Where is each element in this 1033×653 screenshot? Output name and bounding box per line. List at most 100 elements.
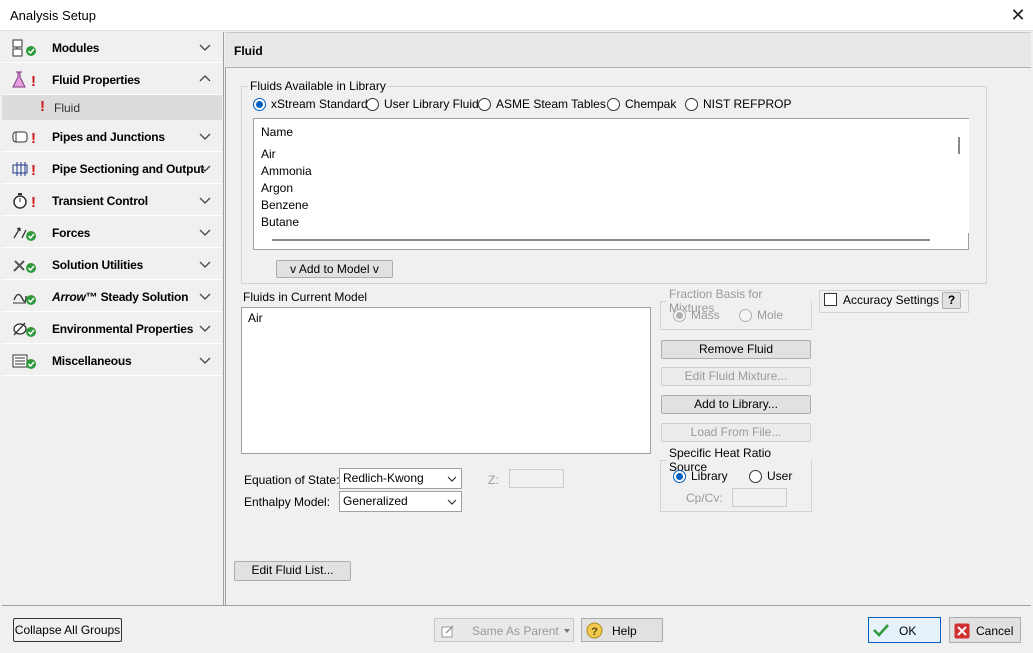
- fraction-radio-mass[interactable]: Mass: [673, 308, 720, 322]
- radio-label: xStream Standard: [271, 97, 368, 111]
- steady-solution-icon: [13, 293, 36, 305]
- ok-label: OK: [899, 624, 917, 638]
- environment-icon: [13, 322, 36, 337]
- cpcv-input[interactable]: [732, 488, 787, 507]
- sidebar-item-fluid[interactable]: ! Fluid: [2, 95, 222, 120]
- add-to-model-button[interactable]: v Add to Model v: [276, 260, 393, 278]
- sidebar-group-label: Forces: [52, 226, 91, 240]
- help-button[interactable]: ? Help: [581, 618, 663, 642]
- list-item[interactable]: Benzene: [261, 198, 308, 212]
- heat-radio-user[interactable]: User: [749, 469, 792, 483]
- select-value: Generalized: [343, 494, 408, 508]
- remove-fluid-button[interactable]: Remove Fluid: [661, 340, 811, 359]
- horizontal-scrollbar[interactable]: [254, 233, 968, 249]
- equation-of-state-select[interactable]: Redlich-Kwong: [339, 468, 462, 489]
- sidebar-group-pipe-sectioning[interactable]: ! Pipe Sectioning and Output: [2, 153, 222, 184]
- sidebar-group-forces[interactable]: Forces: [2, 217, 222, 248]
- cpcv-label: Cp/Cv:: [686, 491, 723, 505]
- close-icon[interactable]: ✕: [1008, 4, 1028, 26]
- source-radio-nist[interactable]: NIST REFPROP: [685, 97, 791, 111]
- source-radio-user-library[interactable]: User Library Fluid: [366, 97, 479, 111]
- window-title: Analysis Setup: [10, 8, 96, 23]
- error-icon: !: [40, 98, 45, 115]
- z-input[interactable]: [509, 469, 564, 488]
- accuracy-settings-label: Accuracy Settings: [843, 293, 940, 307]
- chevron-down-icon: [199, 325, 211, 332]
- sidebar-group-label: Transient Control: [52, 194, 148, 208]
- trademark: ™: [85, 290, 98, 304]
- source-radio-xstream[interactable]: xStream Standard: [253, 97, 368, 111]
- enthalpy-model-select[interactable]: Generalized: [339, 491, 462, 512]
- scrollbar-thumb[interactable]: [272, 239, 930, 241]
- panel-title: Fluid: [234, 44, 263, 58]
- list-item[interactable]: Air: [261, 147, 276, 161]
- cancel-label: Cancel: [976, 624, 1014, 638]
- column-header-name[interactable]: Name: [261, 125, 293, 139]
- ok-button[interactable]: OK: [868, 617, 941, 643]
- list-item[interactable]: Argon: [261, 181, 293, 195]
- radio-label: ASME Steam Tables: [496, 97, 606, 111]
- accuracy-settings-checkbox[interactable]: [824, 293, 837, 306]
- source-radio-asme[interactable]: ASME Steam Tables: [478, 97, 606, 111]
- radio-label: Mole: [757, 308, 784, 322]
- list-item[interactable]: Butane: [261, 215, 299, 229]
- grid-pipe-icon: !: [12, 162, 36, 178]
- edit-icon: [441, 625, 454, 638]
- panel-header: Fluid: [225, 32, 1031, 68]
- sidebar-group-label: Modules: [52, 41, 100, 55]
- sidebar-group-transient-control[interactable]: ! Transient Control: [2, 185, 222, 216]
- forces-icon: [13, 227, 36, 241]
- source-radio-chempak[interactable]: Chempak: [607, 97, 676, 111]
- edit-fluid-list-button[interactable]: Edit Fluid List...: [234, 561, 351, 581]
- sidebar: Modules ! Fluid Properties ! Fluid ! Pip…: [2, 32, 224, 605]
- heat-radio-library[interactable]: Library: [673, 469, 728, 483]
- fraction-radio-mole[interactable]: Mole: [739, 308, 783, 322]
- current-model-list[interactable]: Air: [241, 307, 651, 454]
- cancel-button[interactable]: Cancel: [949, 617, 1021, 643]
- scrollbar-thumb[interactable]: [958, 137, 960, 154]
- radio-icon: [478, 97, 491, 111]
- help-question-button[interactable]: ?: [942, 292, 961, 309]
- radio-label: User: [767, 469, 793, 483]
- svg-text:!: !: [31, 162, 36, 178]
- z-label: Z:: [488, 473, 499, 487]
- radio-icon: [685, 97, 698, 111]
- sidebar-group-label-text: Steady Solution: [100, 290, 189, 304]
- check-icon: [873, 624, 889, 637]
- vertical-scrollbar[interactable]: [951, 119, 969, 233]
- sidebar-group-label: Arrow™ Steady Solution: [52, 290, 189, 304]
- collapse-all-groups-button[interactable]: Collapse All Groups: [13, 618, 122, 642]
- sidebar-group-pipes-junctions[interactable]: ! Pipes and Junctions: [2, 121, 222, 152]
- chevron-down-icon: [199, 44, 211, 51]
- arrow-brand: Arrow: [52, 290, 86, 304]
- list-item[interactable]: Ammonia: [261, 164, 312, 178]
- select-value: Redlich-Kwong: [343, 471, 424, 485]
- sidebar-group-modules[interactable]: Modules: [2, 32, 222, 63]
- chevron-down-icon: [199, 293, 211, 300]
- stopwatch-icon: !: [13, 193, 36, 210]
- sidebar-item-label: Fluid: [54, 101, 81, 115]
- load-from-file-button[interactable]: Load From File...: [661, 423, 811, 442]
- sidebar-group-label: Pipe Sectioning and Output: [52, 162, 205, 176]
- radio-selected-icon: [253, 97, 266, 111]
- help-icon: ?: [586, 622, 603, 639]
- library-fluid-list[interactable]: Name Air Ammonia Argon Benzene Butane: [253, 118, 969, 250]
- sidebar-group-environmental[interactable]: Environmental Properties: [2, 313, 222, 344]
- svg-text:!: !: [31, 130, 36, 146]
- edit-fluid-mixture-button[interactable]: Edit Fluid Mixture...: [661, 367, 811, 386]
- radio-label: Mass: [691, 308, 720, 322]
- chevron-down-icon: [199, 229, 211, 236]
- same-as-parent-button[interactable]: Same As Parent: [434, 618, 574, 642]
- sidebar-group-steady-solution[interactable]: Arrow™ Steady Solution: [2, 281, 222, 312]
- sidebar-group-solution-utilities[interactable]: Solution Utilities: [2, 249, 222, 280]
- sidebar-group-fluid-properties[interactable]: ! Fluid Properties: [2, 64, 222, 95]
- radio-icon: [366, 97, 379, 111]
- misc-icon: [12, 354, 36, 369]
- add-to-library-button[interactable]: Add to Library...: [661, 395, 811, 414]
- list-item[interactable]: Air: [248, 311, 263, 325]
- same-as-parent-label: Same As Parent: [472, 624, 559, 638]
- tools-icon: [13, 260, 36, 273]
- sidebar-group-label: Fluid Properties: [52, 73, 141, 87]
- sidebar-group-miscellaneous[interactable]: Miscellaneous: [2, 345, 222, 376]
- radio-label: NIST REFPROP: [703, 97, 792, 111]
